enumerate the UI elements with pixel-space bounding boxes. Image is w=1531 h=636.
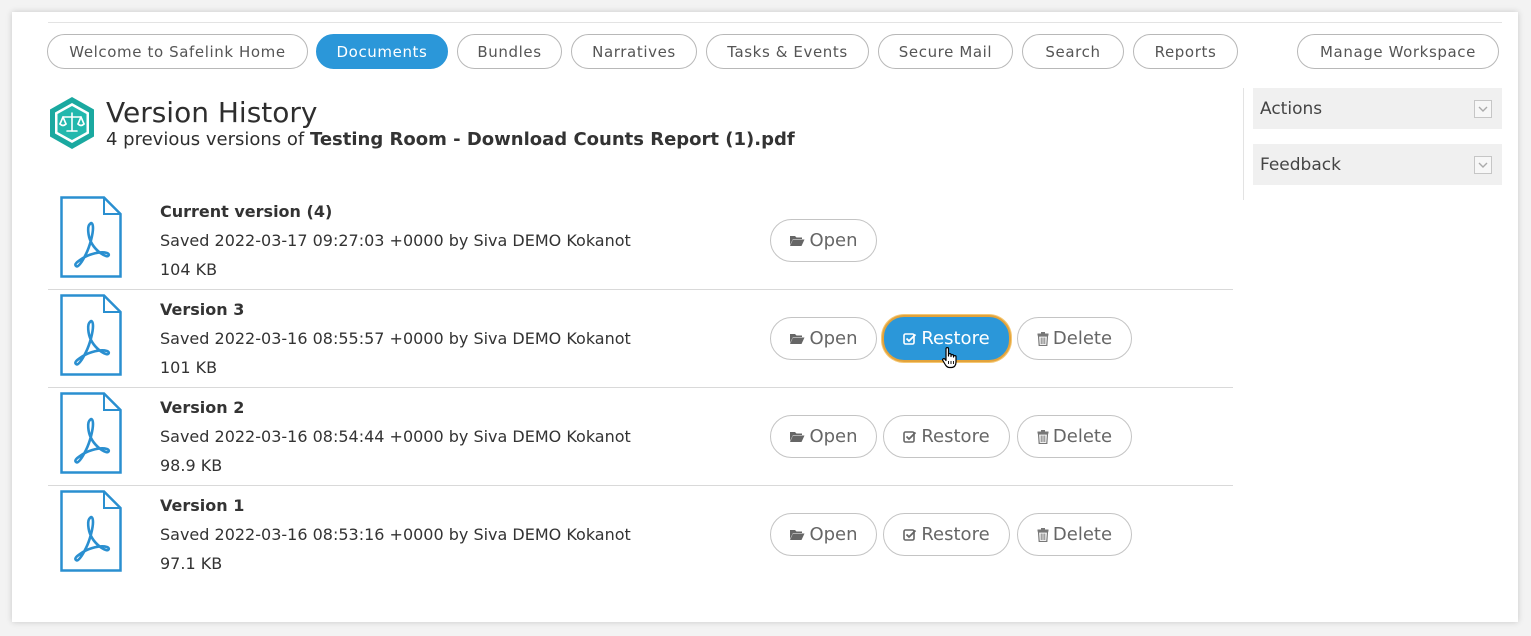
sidebar-actions-label: Actions	[1260, 98, 1323, 119]
version-row: Current version (4) Saved 2022-03-17 09:…	[48, 190, 1233, 288]
pdf-file-icon	[60, 196, 122, 278]
open-button[interactable]: Open	[770, 219, 877, 262]
trash-icon	[1037, 429, 1049, 444]
pdf-file-icon	[60, 490, 122, 572]
check-square-icon	[903, 430, 917, 443]
open-label: Open	[809, 524, 858, 545]
balance-scale-hexagon-icon	[50, 97, 94, 149]
open-label: Open	[809, 230, 858, 251]
sidebar-actions-panel[interactable]: Actions	[1253, 88, 1502, 129]
sidebar-divider	[1243, 88, 1244, 200]
pdf-file-icon	[60, 392, 122, 474]
restore-button[interactable]: Restore	[883, 415, 1010, 458]
trash-icon	[1037, 527, 1049, 542]
nav-tasks-events[interactable]: Tasks & Events	[706, 34, 869, 69]
sidebar-feedback-label: Feedback	[1260, 154, 1341, 175]
version-saved-info: Saved 2022-03-16 08:55:57 +0000 by Siva …	[160, 329, 631, 348]
version-saved-info: Saved 2022-03-16 08:53:16 +0000 by Siva …	[160, 525, 631, 544]
pdf-file-icon	[60, 294, 122, 376]
version-size: 97.1 KB	[160, 554, 223, 573]
nav-narratives[interactable]: Narratives	[571, 34, 697, 69]
version-title: Version 2	[160, 398, 245, 417]
version-saved-info: Saved 2022-03-17 09:27:03 +0000 by Siva …	[160, 231, 631, 250]
delete-label: Delete	[1052, 524, 1113, 545]
delete-button[interactable]: Delete	[1017, 415, 1132, 458]
nav-bundles[interactable]: Bundles	[457, 34, 562, 69]
version-size: 98.9 KB	[160, 456, 223, 475]
nav-search[interactable]: Search	[1022, 34, 1124, 69]
nav-reports[interactable]: Reports	[1133, 34, 1238, 69]
folder-open-icon	[790, 334, 805, 344]
delete-button[interactable]: Delete	[1017, 513, 1132, 556]
open-label: Open	[809, 426, 858, 447]
folder-open-icon	[790, 432, 805, 442]
version-size: 101 KB	[160, 358, 218, 377]
delete-button[interactable]: Delete	[1017, 317, 1132, 360]
subtitle-prefix: 4 previous versions of	[106, 129, 310, 150]
nav-welcome-home[interactable]: Welcome to Safelink Home	[47, 34, 308, 69]
version-title: Current version (4)	[160, 202, 333, 221]
nav-documents[interactable]: Documents	[316, 34, 448, 69]
trash-icon	[1037, 331, 1049, 346]
restore-label: Restore	[921, 426, 990, 447]
folder-open-icon	[790, 236, 805, 246]
delete-label: Delete	[1052, 328, 1113, 349]
nav-secure-mail[interactable]: Secure Mail	[878, 34, 1013, 69]
restore-button[interactable]: Restore	[882, 315, 1011, 362]
manage-workspace-button[interactable]: Manage Workspace	[1297, 34, 1499, 69]
restore-button[interactable]: Restore	[883, 513, 1010, 556]
document-filename: Testing Room - Download Counts Report (1…	[309, 129, 795, 150]
open-button[interactable]: Open	[770, 513, 877, 556]
version-size: 104 KB	[160, 260, 218, 279]
delete-label: Delete	[1052, 426, 1113, 447]
page-title: Version History	[106, 96, 318, 129]
chevron-down-icon[interactable]	[1474, 100, 1492, 118]
version-title: Version 1	[160, 496, 245, 515]
open-label: Open	[809, 328, 858, 349]
page-subtitle: 4 previous versions of Testing Room - Do…	[106, 128, 795, 152]
sidebar-feedback-panel[interactable]: Feedback	[1253, 144, 1502, 185]
open-button[interactable]: Open	[770, 415, 877, 458]
version-saved-info: Saved 2022-03-16 08:54:44 +0000 by Siva …	[160, 427, 631, 446]
check-square-icon	[903, 332, 917, 345]
restore-label: Restore	[921, 328, 990, 349]
open-button[interactable]: Open	[770, 317, 877, 360]
check-square-icon	[903, 528, 917, 541]
version-title: Version 3	[160, 300, 245, 319]
chevron-down-icon[interactable]	[1474, 156, 1492, 174]
top-divider	[48, 22, 1502, 23]
restore-label: Restore	[921, 524, 990, 545]
folder-open-icon	[790, 530, 805, 540]
